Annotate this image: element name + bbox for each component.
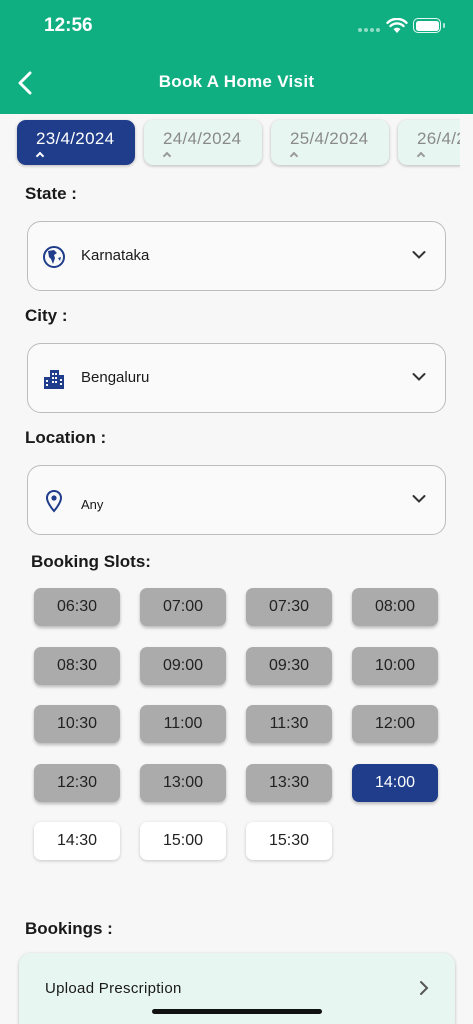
time-slot-button[interactable]: 06:30 xyxy=(34,588,120,626)
location-dropdown[interactable]: Any xyxy=(27,465,446,535)
date-chip-label: 26/4/2024 xyxy=(417,129,460,148)
state-value: Karnataka xyxy=(81,247,150,264)
date-chip-1[interactable]: 23/4/2024 xyxy=(17,120,135,165)
city-value: Bengaluru xyxy=(81,369,150,386)
time-slot-button[interactable]: 14:30 xyxy=(34,822,120,860)
app-bar: 12:56 Book A Home Visit xyxy=(0,0,473,114)
chevron-right-icon xyxy=(420,981,429,995)
city-label: City : xyxy=(25,306,68,325)
date-chip-label: 25/4/2024 xyxy=(290,129,369,148)
time-slot-button[interactable]: 07:00 xyxy=(140,588,226,626)
state-dropdown[interactable]: Karnataka xyxy=(27,221,446,291)
time-slot-button[interactable]: 13:00 xyxy=(140,763,226,802)
time-slot-button[interactable]: 09:00 xyxy=(140,646,226,685)
upload-prescription-label: Upload Prescription xyxy=(45,980,182,997)
time-slot-button[interactable]: 08:30 xyxy=(34,646,120,685)
time-slot-button[interactable]: 15:00 xyxy=(140,822,226,860)
wifi-icon xyxy=(386,18,408,33)
date-chip-3[interactable]: 25/4/2024 xyxy=(271,120,389,165)
time-slot-button[interactable]: 13:30 xyxy=(246,763,332,802)
chevron-down-icon xyxy=(412,495,426,503)
city-buildings-icon xyxy=(44,370,64,389)
battery-cap xyxy=(443,23,445,28)
status-time: 12:56 xyxy=(44,15,93,36)
status-bar: 12:56 xyxy=(0,0,473,56)
location-pin-icon xyxy=(45,489,63,513)
battery-icon xyxy=(413,18,441,33)
date-chip-label: 23/4/2024 xyxy=(36,129,115,148)
globe-americas-icon xyxy=(43,246,65,268)
location-label: Location : xyxy=(25,428,107,447)
time-slot-button[interactable]: 12:00 xyxy=(352,705,438,743)
time-slot-button[interactable]: 10:30 xyxy=(34,705,120,743)
state-label: State : xyxy=(25,184,77,203)
time-slot-button[interactable]: 09:30 xyxy=(246,646,332,685)
booking-slots-label: Booking Slots: xyxy=(31,552,151,571)
cellular-signal-icon xyxy=(358,28,380,34)
location-value: Any xyxy=(81,497,104,512)
home-indicator xyxy=(152,1009,322,1014)
chevron-down-icon xyxy=(412,251,426,259)
date-chip-4[interactable]: 26/4/2024 xyxy=(398,120,460,165)
time-slot-button[interactable]: 11:30 xyxy=(246,705,332,743)
time-slot-button[interactable]: 07:30 xyxy=(246,588,332,626)
city-dropdown[interactable]: Bengaluru xyxy=(27,343,446,413)
page-title: Book A Home Visit xyxy=(158,72,315,91)
time-slot-button[interactable]: 12:30 xyxy=(34,763,120,802)
date-chip-2[interactable]: 24/4/2024 xyxy=(144,120,262,165)
time-slot-button[interactable]: 14:00 xyxy=(352,763,438,802)
time-slot-button[interactable]: 15:30 xyxy=(246,822,332,860)
time-slot-button[interactable]: 11:00 xyxy=(140,705,226,743)
bookings-label: Bookings : xyxy=(25,919,113,938)
date-selector: 23/4/2024 24/4/2024 25/4/2024 26/4/2024 xyxy=(0,117,460,169)
date-chip-label: 24/4/2024 xyxy=(163,129,242,148)
chevron-down-icon xyxy=(412,373,426,381)
time-slot-button[interactable]: 08:00 xyxy=(352,588,438,626)
time-slot-button[interactable]: 10:00 xyxy=(352,646,438,685)
